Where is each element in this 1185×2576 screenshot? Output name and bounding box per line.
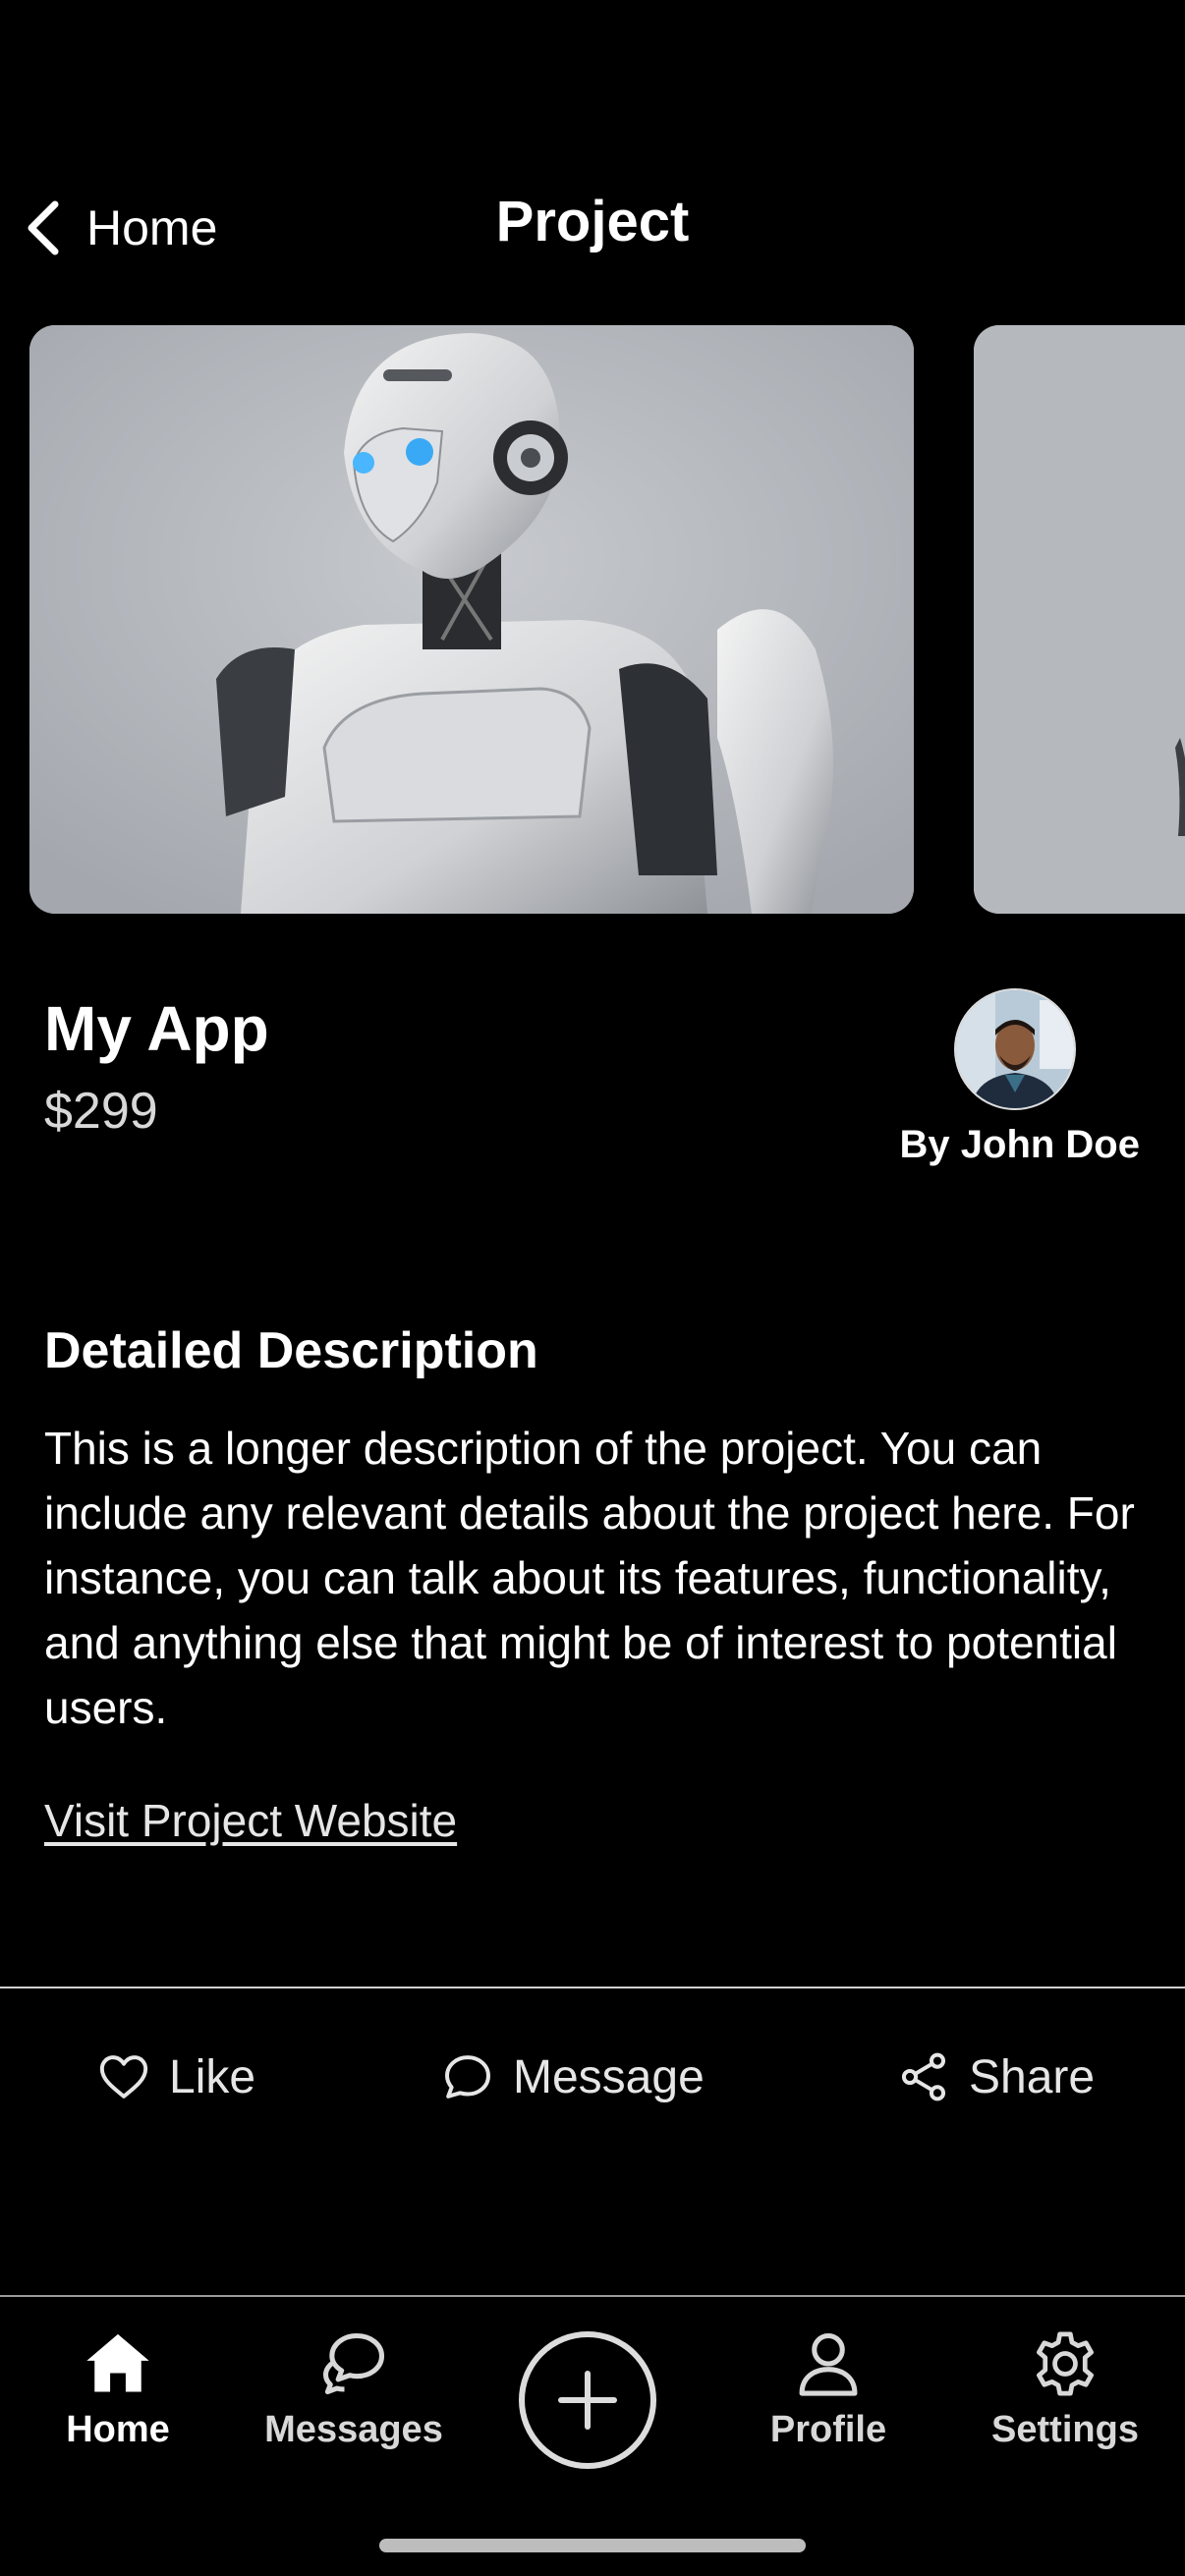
description-body: This is a longer description of the proj… bbox=[44, 1423, 1135, 1733]
visit-website-link[interactable]: Visit Project Website bbox=[44, 1794, 457, 1847]
tab-messages[interactable]: Messages bbox=[255, 2326, 452, 2451]
tab-profile[interactable]: Profile bbox=[730, 2326, 927, 2451]
tabbar-divider bbox=[0, 2295, 1185, 2297]
like-button[interactable]: Like bbox=[96, 2042, 255, 2112]
share-icon bbox=[901, 2052, 946, 2101]
robot-image bbox=[29, 325, 914, 914]
message-button[interactable]: Message bbox=[440, 2042, 705, 2112]
project-name: My App bbox=[44, 993, 269, 1064]
project-image-next[interactable] bbox=[974, 325, 1185, 914]
chat-bubble-icon bbox=[445, 2055, 490, 2099]
tab-home-label: Home bbox=[66, 2409, 170, 2450]
plus-icon bbox=[558, 2371, 617, 2430]
tab-settings[interactable]: Settings bbox=[967, 2326, 1163, 2451]
avatar-image bbox=[956, 990, 1074, 1108]
gear-icon bbox=[1037, 2331, 1094, 2396]
project-image[interactable] bbox=[29, 325, 914, 914]
home-indicator bbox=[379, 2539, 806, 2552]
page-title: Project bbox=[495, 190, 690, 253]
robot-image-partial bbox=[974, 325, 1185, 914]
chat-bubbles-icon bbox=[322, 2332, 385, 2395]
tab-profile-label: Profile bbox=[769, 2409, 887, 2450]
share-button[interactable]: Share bbox=[896, 2042, 1095, 2112]
message-label: Message bbox=[513, 2050, 705, 2103]
divider bbox=[0, 1987, 1185, 1988]
description-heading: Detailed Description bbox=[44, 1322, 538, 1379]
tab-home[interactable]: Home bbox=[20, 2326, 216, 2451]
share-label: Share bbox=[969, 2050, 1096, 2103]
like-label: Like bbox=[169, 2050, 256, 2103]
tab-messages-label: Messages bbox=[264, 2409, 443, 2450]
project-price: $299 bbox=[44, 1083, 158, 1140]
house-icon bbox=[86, 2333, 149, 2392]
add-button[interactable] bbox=[519, 2331, 656, 2469]
heart-icon bbox=[99, 2055, 148, 2099]
author-avatar[interactable] bbox=[954, 988, 1076, 1110]
person-icon bbox=[799, 2332, 858, 2396]
tab-settings-label: Settings bbox=[991, 2409, 1139, 2450]
author-name[interactable]: By John Doe bbox=[900, 1123, 1140, 1167]
